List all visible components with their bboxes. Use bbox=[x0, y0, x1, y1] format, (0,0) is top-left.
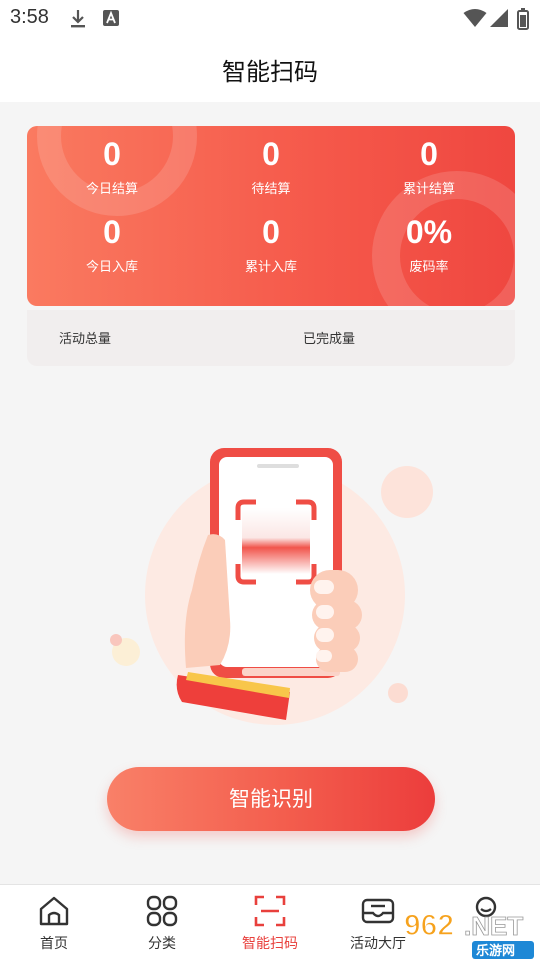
stat-label: 今日入库 bbox=[85, 260, 138, 275]
app-notification-icon bbox=[103, 10, 119, 26]
grid-icon bbox=[146, 895, 178, 927]
stat-today-stored: 0 今日入库 bbox=[32, 214, 192, 275]
stat-label: 累计结算 bbox=[402, 182, 455, 197]
stat-value: 0 bbox=[103, 136, 121, 172]
scan-icon bbox=[254, 895, 286, 927]
status-time: 3:58 bbox=[10, 6, 49, 28]
activity-summary: 活动总量 已完成量 bbox=[27, 310, 515, 366]
wifi-icon bbox=[463, 9, 487, 27]
app-header: 智能扫码 bbox=[0, 36, 540, 102]
tab-home[interactable]: 首页 bbox=[0, 885, 108, 960]
stats-card: 0 今日结算 0 待结算 0 累计结算 0 今日入库 0 累计入库 0% 废码率 bbox=[27, 126, 515, 306]
activity-total-label: 活动总量 bbox=[59, 332, 112, 347]
page-title: 智能扫码 bbox=[222, 58, 318, 86]
stat-total-stored: 0 累计入库 bbox=[191, 214, 351, 275]
stat-label: 今日结算 bbox=[85, 182, 138, 197]
stat-label: 待结算 bbox=[251, 182, 291, 197]
watermark-suffix: .NET bbox=[464, 911, 523, 941]
stat-today-settled: 0 今日结算 bbox=[32, 136, 192, 197]
tab-category[interactable]: 分类 bbox=[108, 885, 216, 960]
tab-smart-scan[interactable]: 智能扫码 bbox=[216, 885, 324, 960]
stat-total-settled: 0 累计结算 bbox=[349, 136, 509, 197]
tab-label: 分类 bbox=[148, 936, 176, 952]
mail-icon bbox=[361, 898, 395, 924]
stat-pending-settlement: 0 待结算 bbox=[191, 136, 351, 197]
signal-icon bbox=[490, 9, 508, 27]
status-bar: 3:58 bbox=[0, 0, 540, 36]
stat-value: 0% bbox=[405, 214, 453, 250]
home-icon bbox=[39, 896, 69, 926]
watermark-subtitle: 乐游网 bbox=[476, 943, 515, 959]
tab-label: 智能扫码 bbox=[242, 936, 298, 952]
stat-value: 0 bbox=[262, 136, 280, 172]
stat-label: 废码率 bbox=[409, 260, 449, 275]
smart-recognize-button[interactable]: 智能识别 bbox=[107, 767, 435, 831]
stat-value: 0 bbox=[103, 214, 121, 250]
tab-label: 首页 bbox=[40, 936, 68, 952]
stat-value: 0 bbox=[420, 136, 438, 172]
activity-completed-label: 已完成量 bbox=[303, 332, 356, 347]
stat-value: 0 bbox=[262, 214, 280, 250]
battery-icon bbox=[517, 8, 529, 30]
site-watermark: 962 .NET 乐游网 bbox=[403, 908, 534, 959]
download-icon bbox=[71, 10, 85, 28]
watermark-number: 962 bbox=[404, 909, 454, 942]
scan-phone-illustration bbox=[110, 448, 433, 725]
stat-waste-rate: 0% 废码率 bbox=[349, 214, 509, 275]
stat-label: 累计入库 bbox=[244, 260, 297, 275]
